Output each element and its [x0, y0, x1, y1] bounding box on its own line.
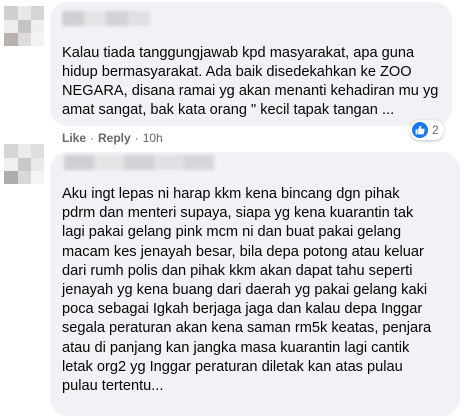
- comment-2: Aku ingt lepas ni harap kkm kena bincang…: [0, 140, 470, 416]
- like-icon: [412, 122, 428, 138]
- author-name[interactable]: [62, 11, 150, 26]
- comment-bubble: Kalau tiada tanggungjawab kpd masyarakat…: [50, 2, 452, 126]
- reaction-count: 2: [432, 123, 439, 137]
- author-name[interactable]: [64, 155, 214, 170]
- comment-text: Aku ingt lepas ni harap kkm kena bincang…: [62, 186, 432, 395]
- comment-text: Kalau tiada tanggungjawab kpd masyarakat…: [62, 45, 439, 118]
- avatar[interactable]: [4, 6, 44, 46]
- reaction-badge[interactable]: 2: [410, 120, 444, 140]
- comment-1: Kalau tiada tanggungjawab kpd masyarakat…: [0, 0, 470, 145]
- comment-bubble: Aku ingt lepas ni harap kkm kena bincang…: [50, 152, 460, 416]
- avatar[interactable]: [4, 144, 44, 184]
